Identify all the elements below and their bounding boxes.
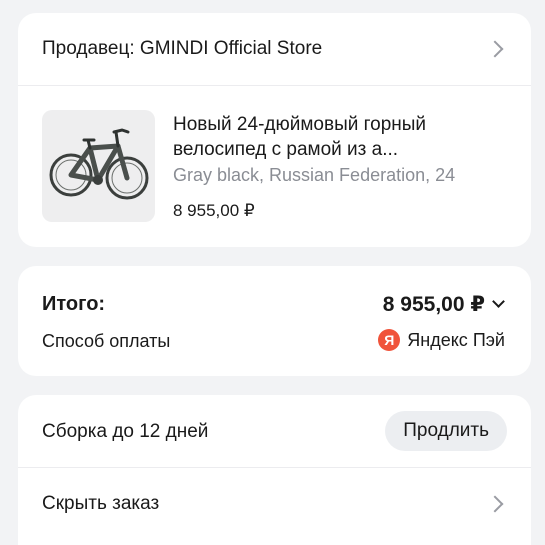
chevron-right-icon bbox=[486, 495, 504, 513]
payment-method-name: Яндекс Пэй bbox=[407, 329, 505, 350]
seller-name: Продавец: GMINDI Official Store bbox=[42, 38, 323, 59]
chevron-down-icon[interactable] bbox=[492, 295, 505, 308]
hide-order-label: Скрыть заказ bbox=[42, 493, 160, 514]
payment-method[interactable]: Я Яндекс Пэй bbox=[378, 329, 505, 351]
seller-row[interactable]: Продавец: GMINDI Official Store bbox=[18, 13, 531, 85]
chevron-right-icon bbox=[486, 40, 504, 58]
product-title[interactable]: Новый 24-дюймовый горный велосипед с рам… bbox=[173, 112, 513, 162]
order-total-card: Итого: 8 955,00 ₽ Способ оплаты Я Яндекс… bbox=[18, 266, 531, 376]
hide-order-row[interactable]: Скрыть заказ bbox=[18, 467, 531, 539]
order-actions-card: Сборка до 12 дней Продлить Скрыть заказ bbox=[18, 395, 531, 545]
yandex-pay-icon: Я bbox=[378, 329, 401, 351]
bicycle-icon bbox=[49, 128, 149, 200]
total-value[interactable]: 8 955,00 ₽ bbox=[383, 292, 485, 317]
extend-button[interactable]: Продлить bbox=[385, 411, 507, 451]
product-image[interactable] bbox=[42, 110, 155, 222]
product-variant: Gray black, Russian Federation, 24 bbox=[173, 165, 456, 185]
payment-method-label: Способ оплаты bbox=[42, 331, 171, 351]
product-price: 8 955,00 ₽ bbox=[173, 201, 255, 220]
seller-product-card: Продавец: GMINDI Official Store Новый 24… bbox=[18, 13, 531, 247]
total-label: Итого: bbox=[42, 293, 106, 315]
divider bbox=[18, 85, 531, 86]
assembly-deadline: Сборка до 12 дней bbox=[42, 421, 209, 442]
